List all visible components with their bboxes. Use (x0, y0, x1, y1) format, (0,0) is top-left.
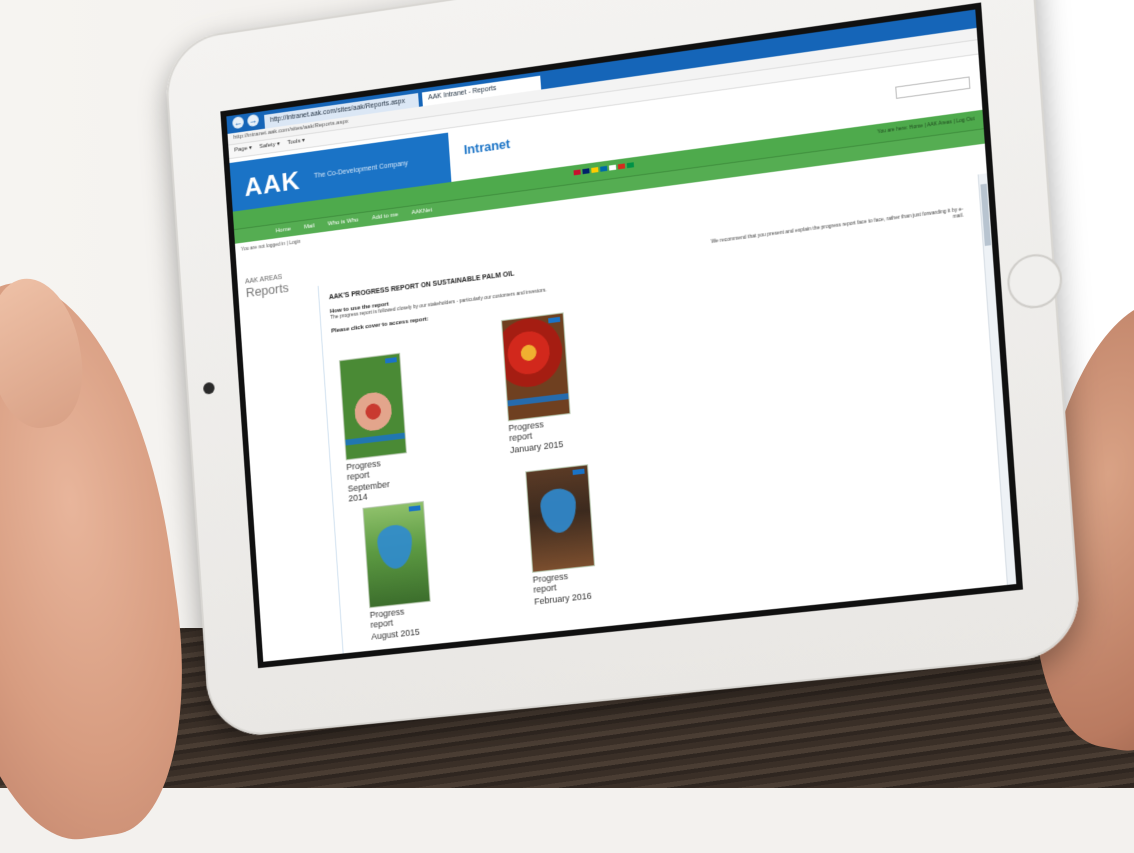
water-drop-icon (539, 486, 578, 535)
report-cover-image[interactable] (501, 312, 571, 422)
flag-icon[interactable] (600, 165, 608, 172)
flag-icon[interactable] (608, 164, 617, 171)
menu-item-home[interactable]: Home (276, 226, 291, 234)
aak-badge-icon (385, 357, 397, 364)
toolbar-tools-menu[interactable]: Tools ▾ (287, 135, 306, 150)
report-cover-image[interactable] (525, 464, 596, 573)
forward-arrow-icon[interactable]: → (247, 113, 260, 128)
back-arrow-icon[interactable]: ← (232, 115, 245, 130)
toolbar-page-menu[interactable]: Page ▾ (234, 142, 252, 157)
aak-badge-icon (548, 316, 561, 324)
logo-tagline: The Co-Development Company (313, 160, 409, 180)
menu-item-add[interactable]: Add to me (372, 212, 399, 221)
policy-title: AAK SUSTAINABLE PALM OIL POLICY - IMPLEM… (354, 651, 553, 669)
report-card[interactable]: Progress report February 2016 (525, 464, 596, 607)
tablet-device: ← → http://intranet.aak.com/sites/aak/Re… (162, 0, 1083, 740)
report-card[interactable]: Progress report August 2015 (362, 500, 431, 642)
search-input[interactable] (895, 76, 971, 99)
site-title: Intranet (463, 136, 511, 158)
flag-icon[interactable] (617, 163, 626, 170)
sidebar: AAK AREAS Reports (245, 270, 312, 300)
flag-icon[interactable] (591, 167, 599, 173)
menu-item-mail[interactable]: Mail (304, 223, 315, 230)
menu-item-aaknet[interactable]: AAKNet (411, 208, 432, 217)
report-card[interactable]: Progress report September 2014 (338, 352, 408, 504)
aak-logo[interactable]: AAK (243, 165, 301, 203)
policy-text: The external version of our implementati… (355, 632, 836, 669)
language-flags (573, 162, 635, 176)
cover-strip (507, 393, 569, 407)
water-drop-icon (376, 523, 414, 571)
report-caption-date[interactable]: September 2014 (347, 477, 408, 503)
cover-strip (345, 432, 405, 446)
aak-badge-icon (572, 468, 585, 476)
aak-badge-icon (408, 505, 421, 512)
report-cover-image[interactable] (338, 352, 407, 461)
click-instruction: Please click cover to access report: (331, 316, 429, 335)
report-card[interactable]: Progress report January 2015 (501, 312, 571, 455)
flag-icon[interactable] (573, 169, 581, 176)
tablet-screen: ← → http://intranet.aak.com/sites/aak/Re… (220, 2, 1024, 669)
report-cover-image[interactable] (362, 500, 431, 609)
menu-item-who-is-who[interactable]: Who is Who (328, 217, 359, 227)
flag-icon[interactable] (582, 168, 590, 175)
how-to-text: The progress report is followed closely … (330, 287, 547, 321)
main-content: We recommend that you present and explai… (317, 200, 1003, 669)
camera-icon (202, 381, 215, 395)
flag-icon[interactable] (626, 162, 635, 169)
